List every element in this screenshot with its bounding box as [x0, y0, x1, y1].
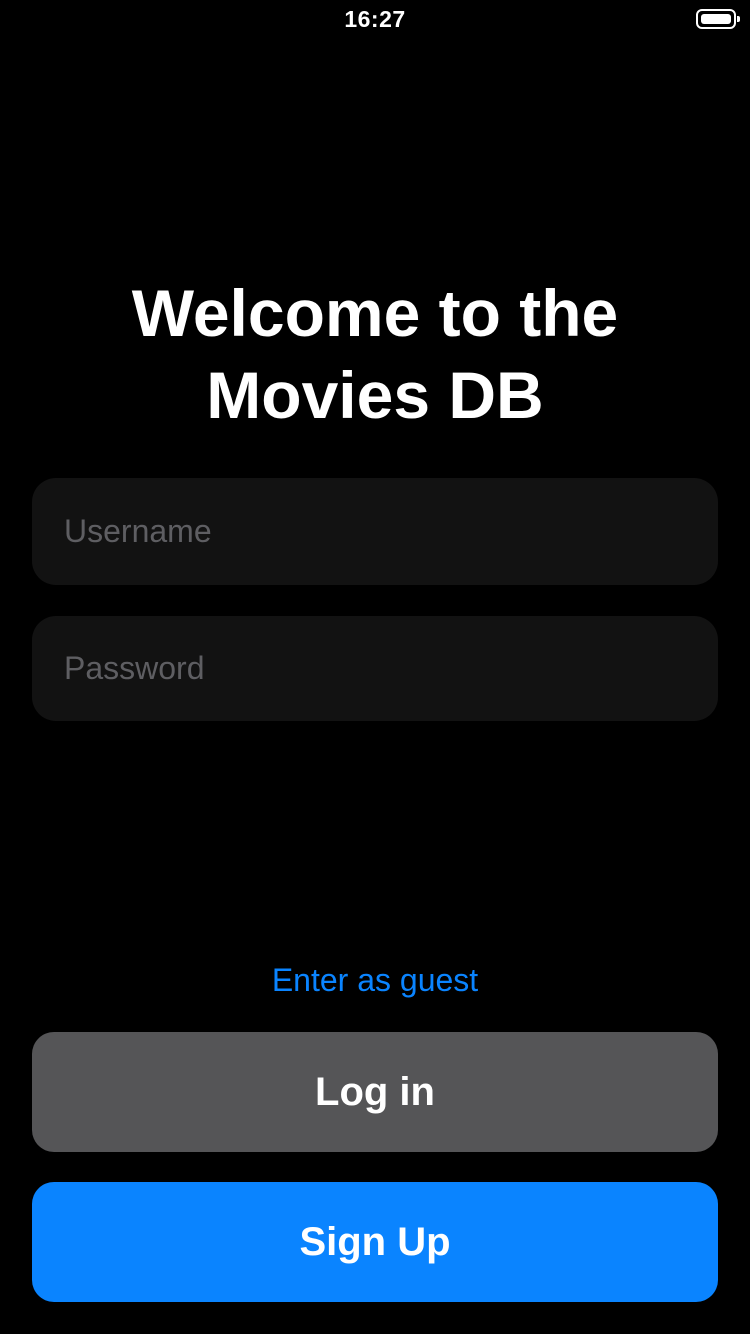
- signup-button[interactable]: Sign Up: [32, 1182, 718, 1302]
- battery-body: [696, 9, 736, 29]
- status-bar: 16:27: [0, 0, 750, 40]
- battery-fill: [701, 14, 731, 24]
- status-time: 16:27: [344, 6, 406, 32]
- welcome-title-line2: Movies DB: [206, 358, 544, 432]
- welcome-title: Welcome to the Movies DB: [40, 272, 710, 436]
- username-field[interactable]: [32, 478, 718, 585]
- password-field[interactable]: [32, 616, 718, 721]
- battery-cap: [737, 16, 740, 22]
- login-button[interactable]: Log in: [32, 1032, 718, 1152]
- welcome-title-line1: Welcome to the: [131, 276, 619, 350]
- enter-as-guest-link[interactable]: Enter as guest: [0, 962, 750, 999]
- battery-icon: [696, 9, 740, 29]
